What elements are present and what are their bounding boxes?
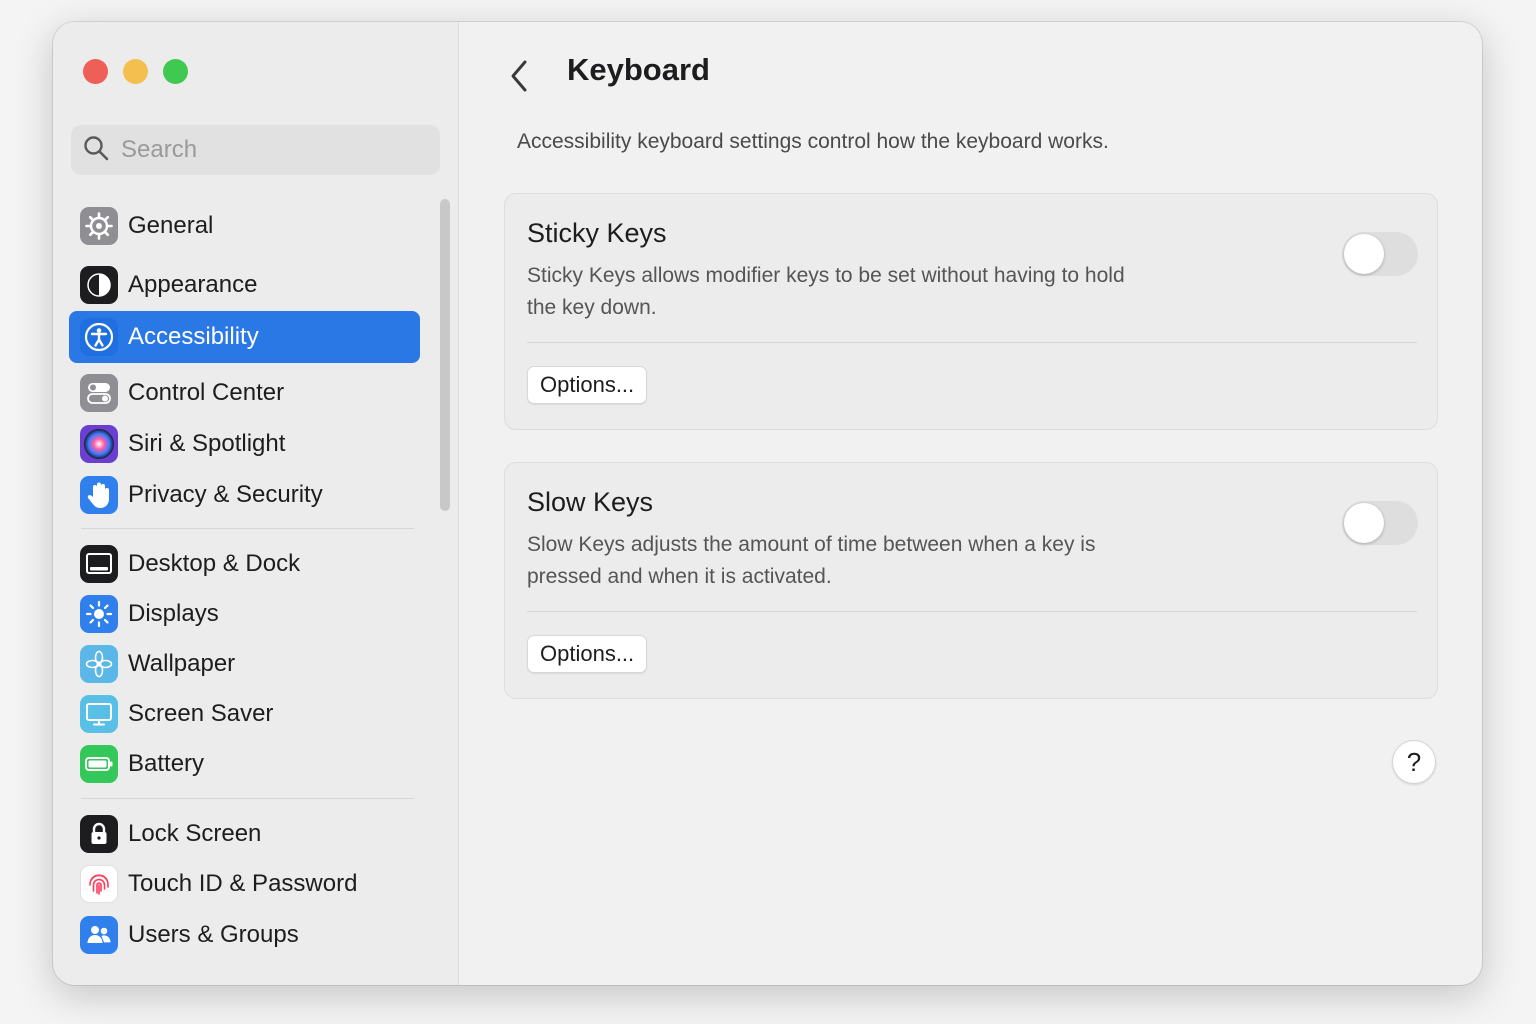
sidebar-item-label: Control Center (128, 379, 285, 406)
sidebar-item-appearance[interactable]: Appearance (69, 259, 420, 311)
sidebar-item-control-center[interactable]: Control Center (69, 367, 420, 419)
slow-keys-options-button[interactable]: Options... (527, 635, 648, 673)
toggle-knob (1344, 503, 1384, 543)
sidebar-item-screen-saver[interactable]: Screen Saver (69, 688, 420, 740)
accessibility-icon (80, 318, 118, 356)
zoom-button[interactable] (163, 59, 188, 84)
card-description: Sticky Keys allows modifier keys to be s… (527, 264, 1125, 319)
sidebar-divider (81, 798, 414, 799)
slow-keys-card: Slow Keys Slow Keys adjusts the amount o… (504, 462, 1438, 699)
sidebar-scrollbar[interactable] (440, 199, 450, 511)
sticky-keys-options-button[interactable]: Options... (527, 366, 648, 404)
back-button[interactable] (506, 56, 532, 96)
chevron-left-icon (511, 60, 527, 92)
users-icon (80, 916, 118, 954)
screen-icon (80, 695, 118, 733)
traffic-lights (83, 59, 188, 84)
settings-window: General Appearance Accessibility Control… (53, 22, 1482, 985)
flower-icon (80, 645, 118, 683)
battery-icon (80, 745, 118, 783)
sidebar-item-label: Touch ID & Password (128, 870, 358, 897)
sidebar-item-label: Appearance (128, 271, 258, 298)
main-content: Keyboard Accessibility keyboard settings… (460, 22, 1482, 985)
sidebar-item-battery[interactable]: Battery (69, 738, 420, 790)
sidebar-item-label: Users & Groups (128, 921, 299, 948)
close-button[interactable] (83, 59, 108, 84)
sidebar-item-label: Wallpaper (128, 650, 236, 677)
sidebar-item-general[interactable]: General (69, 200, 420, 252)
page-title: Keyboard (567, 52, 710, 87)
sidebar-item-label: Siri & Spotlight (128, 430, 286, 457)
card-description: Slow Keys adjusts the amount of time bet… (527, 533, 1096, 588)
sidebar-item-label: Screen Saver (128, 700, 274, 727)
sidebar-item-displays[interactable]: Displays (69, 588, 420, 640)
sidebar-item-touch-id-password[interactable]: Touch ID & Password (69, 858, 420, 910)
control-center-icon (80, 374, 118, 412)
sticky-keys-card: Sticky Keys Sticky Keys allows modifier … (504, 193, 1438, 430)
sidebar: General Appearance Accessibility Control… (53, 22, 459, 985)
sidebar-item-accessibility[interactable]: Accessibility (69, 311, 420, 363)
sidebar-item-label: Privacy & Security (128, 481, 323, 508)
sidebar-item-siri-spotlight[interactable]: Siri & Spotlight (69, 418, 420, 470)
sidebar-item-label: General (128, 212, 214, 239)
sidebar-item-wallpaper[interactable]: Wallpaper (69, 638, 420, 690)
sidebar-item-desktop-dock[interactable]: Desktop & Dock (69, 538, 420, 590)
sticky-keys-toggle[interactable] (1342, 232, 1418, 276)
sidebar-item-lock-screen[interactable]: Lock Screen (69, 808, 420, 860)
help-button[interactable]: ? (1392, 740, 1436, 784)
card-title: Slow Keys (527, 487, 654, 517)
sidebar-item-label: Displays (128, 600, 219, 627)
card-divider (527, 611, 1417, 612)
fingerprint-icon (80, 865, 118, 903)
sidebar-item-label: Accessibility (128, 323, 259, 350)
siri-icon (80, 425, 118, 463)
appearance-icon (80, 266, 118, 304)
gear-icon (80, 207, 118, 245)
slow-keys-toggle[interactable] (1342, 501, 1418, 545)
sidebar-divider (81, 528, 414, 529)
card-title: Sticky Keys (527, 218, 667, 248)
search-field[interactable] (71, 125, 440, 175)
sidebar-item-label: Battery (128, 750, 205, 777)
hand-icon (80, 476, 118, 514)
sun-icon (80, 595, 118, 633)
search-icon (83, 135, 109, 166)
dock-icon (80, 545, 118, 583)
sidebar-item-label: Desktop & Dock (128, 550, 301, 577)
sidebar-item-users-groups[interactable]: Users & Groups (69, 909, 420, 961)
toggle-knob (1344, 234, 1384, 274)
sidebar-item-privacy-security[interactable]: Privacy & Security (69, 469, 420, 521)
minimize-button[interactable] (123, 59, 148, 84)
search-input[interactable] (121, 136, 421, 164)
card-divider (527, 342, 1417, 343)
intro-text: Accessibility keyboard settings control … (517, 130, 1109, 153)
lock-icon (80, 815, 118, 853)
sidebar-item-label: Lock Screen (128, 820, 262, 847)
